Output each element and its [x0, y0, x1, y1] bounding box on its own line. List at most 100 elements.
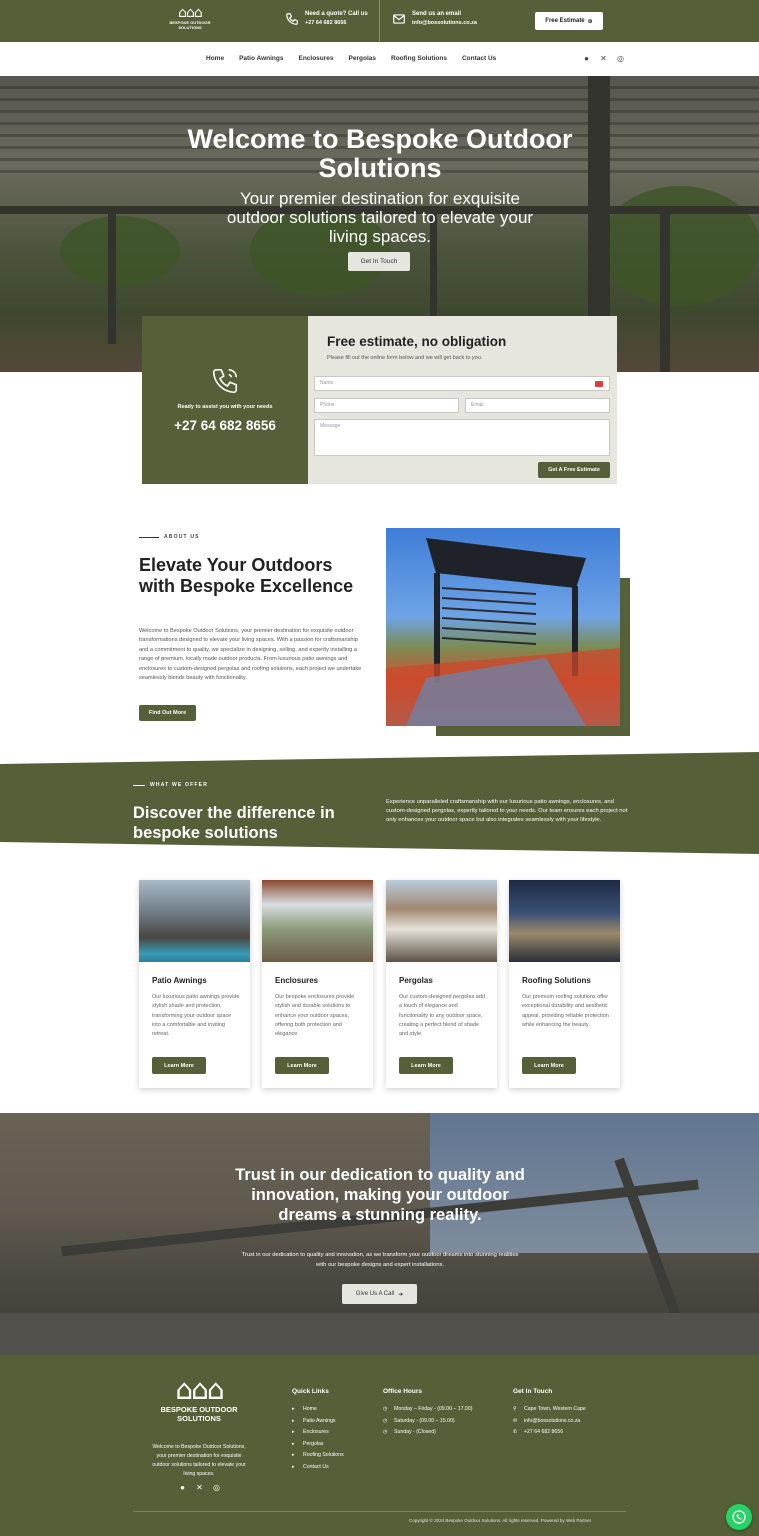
nav-item-home[interactable]: Home	[206, 55, 224, 62]
office-hours-title: Office Hours	[383, 1388, 423, 1395]
get-free-estimate-button[interactable]: Get A Free Estimate	[538, 462, 610, 478]
phone-number[interactable]: +27 64 682 8656	[142, 418, 308, 433]
offer-title: Discover the difference in bespoke solut…	[133, 804, 335, 842]
nav-item-enclosures[interactable]: Enclosures	[298, 55, 333, 62]
nav-item-roofing-solutions[interactable]: Roofing Solutions	[391, 55, 447, 62]
clock-icon: ◷	[383, 1429, 388, 1436]
caret-right-icon: ▸	[292, 1463, 295, 1470]
message-field[interactable]: Message	[314, 419, 610, 456]
arrow-circle-icon: ⊛	[587, 18, 593, 25]
phone-ringing-icon	[212, 368, 238, 394]
hero-title: Welcome to Bespoke Outdoor Solutions	[187, 124, 573, 183]
service-card-patio-awnings: Patio Awnings Our luxurious patio awning…	[139, 880, 250, 1088]
email-placeholder: Email	[471, 402, 484, 408]
quote-label: Need a quote? Call us	[305, 11, 368, 17]
service-card-pergolas: Pergolas Our custom-designed pergolas ad…	[386, 880, 497, 1088]
footer-phone[interactable]: ✆ +27 64 682 8656	[513, 1427, 586, 1439]
learn-more-button[interactable]: Learn More	[399, 1057, 453, 1074]
free-estimate-button[interactable]: Free Estimate ⊛	[535, 12, 603, 30]
main-nav: Home Patio Awnings Enclosures Pergolas R…	[0, 42, 759, 76]
trust-body: Trust in our dedication to quality and i…	[241, 1252, 519, 1268]
hours-weekday: ◷ Monday – Friday - (09.00 – 17.00)	[383, 1404, 472, 1416]
nav-item-patio-awnings[interactable]: Patio Awnings	[239, 55, 283, 62]
facebook-icon[interactable]: ●	[582, 54, 591, 63]
get-in-touch-button[interactable]: Get In Touch	[348, 252, 410, 271]
nav-item-contact-us[interactable]: Contact Us	[462, 55, 496, 62]
footer-link-patio-awnings[interactable]: ▸ Patio Awnings	[292, 1416, 344, 1428]
facebook-icon[interactable]: ●	[178, 1483, 187, 1492]
logo-mark-icon: ⌂⌂⌂	[178, 5, 203, 21]
footer-link-roofing-solutions[interactable]: ▸ Roofing Solutions	[292, 1450, 344, 1462]
caret-right-icon: ▸	[292, 1429, 295, 1436]
footer-email[interactable]: ✉ info@bossolutions.co.za	[513, 1416, 586, 1428]
footer-divider	[133, 1511, 626, 1512]
caret-right-icon: ▸	[292, 1440, 295, 1447]
phone-placeholder: Phone	[320, 402, 335, 408]
caret-right-icon: ▸	[292, 1406, 295, 1412]
learn-more-button[interactable]: Learn More	[522, 1057, 576, 1074]
find-out-more-button[interactable]: Find Out More	[139, 705, 196, 721]
learn-more-button[interactable]: Learn More	[275, 1057, 329, 1074]
get-in-touch-title: Get In Touch	[513, 1388, 553, 1395]
about-label: ABOUT US	[164, 534, 200, 540]
give-us-a-call-label: Give Us A Call	[355, 1291, 395, 1297]
service-desc: Our premium roofing solutions offer exce…	[522, 994, 609, 1028]
email-field[interactable]: Email	[465, 398, 610, 413]
nav-item-pergolas[interactable]: Pergolas	[349, 55, 376, 62]
quote-phone[interactable]: +27 64 682 8656	[305, 19, 368, 27]
about-body: Welcome to Bespoke Outdoor Solutions, yo…	[139, 628, 362, 682]
form-title: Free estimate, no obligation	[327, 334, 507, 349]
x-icon[interactable]: ✕	[599, 54, 608, 63]
copyright: Copyright © 2024 Bespoke Outdoor Solutio…	[409, 1518, 592, 1523]
footer-logo-text: BESPOKE OUTDOOR SOLUTIONS	[160, 1405, 238, 1423]
quick-links-title: Quick Links	[292, 1388, 329, 1395]
footer-location: ⚲ Cape Town, Western Cape	[513, 1404, 586, 1416]
instagram-icon[interactable]: ◎	[616, 54, 625, 63]
office-hours: Office Hours ◷ Monday – Friday - (09.00 –…	[383, 1388, 472, 1439]
message-placeholder: Message	[320, 423, 341, 429]
footer-link-home[interactable]: ▸ Home	[292, 1404, 344, 1416]
caret-right-icon: ▸	[292, 1452, 295, 1459]
footer-link-pergolas[interactable]: ▸ Pergolas	[292, 1439, 344, 1451]
phone-field[interactable]: Phone	[314, 398, 459, 413]
email-value[interactable]: info@bossolutions.co.za	[412, 19, 477, 27]
logo-mark-icon: ⌂⌂⌂	[175, 1373, 224, 1406]
whatsapp-button[interactable]	[726, 1504, 752, 1530]
name-field[interactable]: Name	[314, 376, 610, 391]
phone-icon	[286, 12, 298, 25]
email-label: Send us an email	[412, 11, 462, 17]
service-name: Roofing Solutions	[522, 976, 591, 985]
trust-title: Trust in our dedication to quality and i…	[235, 1166, 525, 1224]
about-image	[386, 528, 620, 726]
service-name: Pergolas	[399, 976, 433, 985]
learn-more-button[interactable]: Learn More	[152, 1057, 206, 1074]
footer-link-contact-us[interactable]: ▸ Contact Us	[292, 1462, 344, 1474]
offer-label-line	[133, 785, 145, 786]
offer-body: Experience unparalleled craftsmanship wi…	[386, 799, 628, 824]
trust-section: Trust in our dedication to quality and i…	[0, 1113, 759, 1355]
give-us-a-call-button[interactable]: Give Us A Call ➔	[342, 1284, 417, 1304]
footer-link-enclosures[interactable]: ▸ Enclosures	[292, 1427, 344, 1439]
ready-text: Ready to assist you with your needs	[177, 404, 273, 410]
autofill-icon	[595, 381, 603, 387]
about-label-line	[139, 537, 159, 538]
footer-logo[interactable]: ⌂⌂⌂ BESPOKE OUTDOOR SOLUTIONS	[150, 1373, 248, 1424]
hours-sunday: ◷ Sunday - (Closed)	[383, 1427, 472, 1439]
offer-label: WHAT WE OFFER	[150, 782, 208, 788]
estimate-form: Free estimate, no obligation Please fill…	[308, 316, 617, 484]
instagram-icon[interactable]: ◎	[212, 1483, 221, 1492]
offer-band	[0, 752, 759, 854]
site-logo[interactable]: ⌂⌂⌂ BESPOKE OUTDOOR SOLUTIONS	[166, 6, 214, 30]
phone-icon: ✆	[513, 1429, 518, 1436]
roofing-solutions-image	[509, 880, 620, 962]
map-pin-icon: ⚲	[513, 1406, 517, 1412]
divider	[379, 0, 380, 42]
hero-subtitle: Your premier destination for exquisite o…	[226, 189, 534, 246]
clock-icon: ◷	[383, 1406, 388, 1412]
caret-right-icon: ▸	[292, 1417, 295, 1424]
x-icon[interactable]: ✕	[195, 1483, 204, 1492]
email-contact[interactable]: Send us an email info@bossolutions.co.za	[392, 10, 477, 27]
quick-links: Quick Links ▸ Home ▸ Patio Awnings ▸ Enclos…	[292, 1388, 344, 1474]
quote-contact[interactable]: Need a quote? Call us +27 64 682 8656	[285, 10, 368, 27]
pergolas-image	[386, 880, 497, 962]
